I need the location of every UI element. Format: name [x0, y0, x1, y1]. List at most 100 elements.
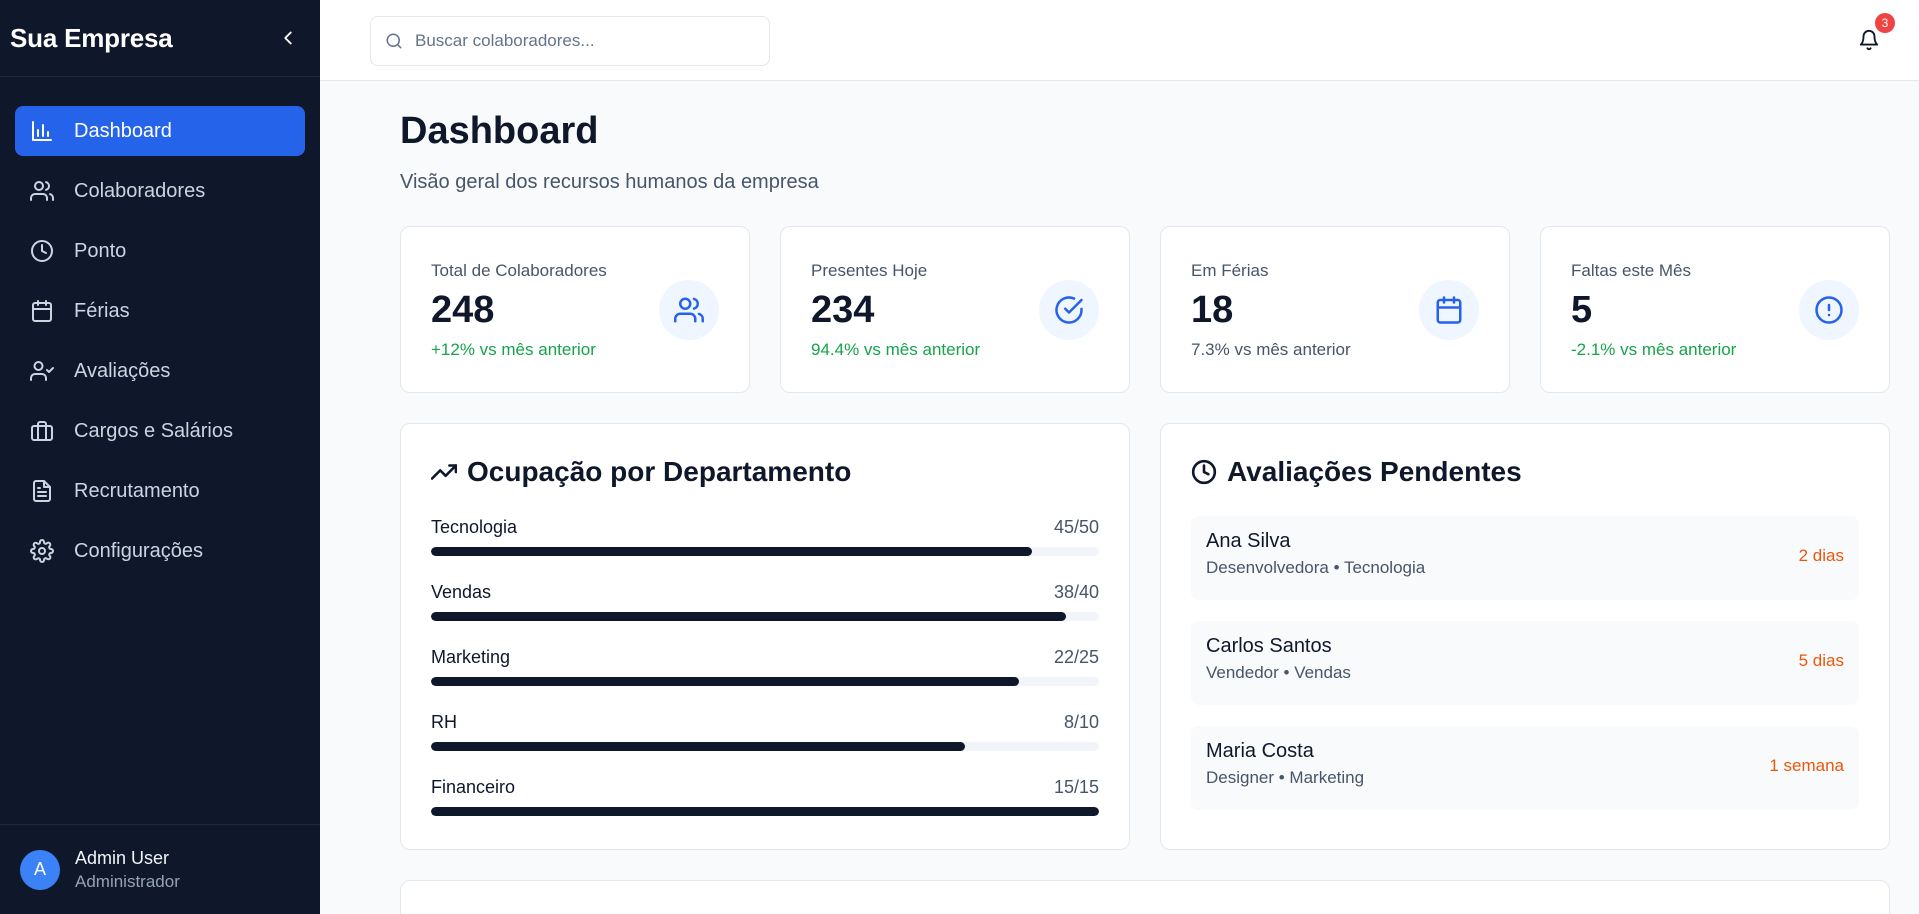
topbar: 3	[320, 0, 1919, 81]
sidebar-nav: Dashboard Colaboradores Ponto Férias Ava…	[0, 77, 320, 576]
pending-reviews-panel: Avaliações Pendentes Ana Silva Desenvolv…	[1160, 423, 1890, 850]
sidebar-item-avaliacoes[interactable]: Avaliações	[15, 346, 305, 396]
dept-row: Vendas 38/40	[431, 582, 1099, 621]
stat-card-total-colaboradores: Total de Colaboradores 248 +12% vs mês a…	[400, 226, 750, 393]
search-box	[370, 16, 770, 66]
trending-up-icon	[431, 459, 457, 485]
bar-chart-icon	[30, 119, 54, 143]
employee-meta: Designer • Marketing	[1206, 768, 1365, 787]
bell-icon	[1859, 30, 1879, 51]
occupancy-title-text: Ocupação por Departamento	[467, 456, 852, 487]
calendar-icon	[1419, 280, 1479, 340]
dept-progress-fill	[431, 742, 966, 751]
dept-count: 45/50	[1053, 517, 1099, 537]
bottom-card	[400, 880, 1890, 914]
users-icon	[659, 280, 719, 340]
dept-progress-fill	[431, 807, 1099, 816]
employee-name: Ana Silva	[1206, 530, 1291, 552]
stat-label: Faltas este Mês	[1571, 261, 1691, 280]
brand-name: Sua Empresa	[10, 22, 173, 53]
sidebar-item-label: Dashboard	[74, 119, 172, 142]
dept-row: Marketing 22/25	[431, 647, 1099, 686]
dept-progress-track	[431, 612, 1099, 621]
employee-name: Carlos Santos	[1206, 635, 1332, 657]
stat-label: Total de Colaboradores	[431, 261, 607, 280]
stat-card-faltas-mes: Faltas este Mês 5 -2.1% vs mês anterior	[1540, 226, 1890, 393]
dept-name: Marketing	[431, 647, 511, 667]
collapse-sidebar-button[interactable]	[276, 26, 300, 50]
gear-icon	[30, 539, 54, 563]
dept-count: 8/10	[1063, 712, 1099, 732]
dept-progress-track	[431, 742, 1099, 751]
dept-progress-track	[431, 677, 1099, 686]
user-check-icon	[30, 359, 54, 383]
dept-progress-fill	[431, 547, 1033, 556]
calendar-icon	[30, 299, 54, 323]
notification-badge: 3	[1875, 13, 1895, 33]
dept-progress-track	[431, 807, 1099, 816]
due-label: 1 semana	[1769, 756, 1844, 775]
employee-meta: Vendedor • Vendas	[1206, 663, 1351, 682]
alert-circle-icon	[1799, 280, 1859, 340]
page-title: Dashboard	[400, 110, 599, 152]
sidebar-item-colaboradores[interactable]: Colaboradores	[15, 166, 305, 216]
due-label: 5 dias	[1798, 651, 1844, 670]
dept-count: 15/15	[1053, 777, 1099, 797]
clock-icon	[1191, 459, 1217, 485]
stat-card-em-ferias: Em Férias 18 7.3% vs mês anterior	[1160, 226, 1510, 393]
list-item[interactable]: Carlos Santos Vendedor • Vendas 5 dias	[1191, 621, 1859, 705]
sidebar-item-label: Recrutamento	[74, 479, 200, 502]
dept-name: Tecnologia	[431, 517, 518, 537]
search-input[interactable]	[415, 31, 755, 51]
stat-card-presentes-hoje: Presentes Hoje 234 94.4% vs mês anterior	[780, 226, 1130, 393]
stat-change: +12% vs mês anterior	[431, 340, 596, 359]
search-icon	[386, 33, 402, 49]
sidebar: Sua Empresa Dashboard Colaboradores Pont…	[0, 0, 320, 914]
sidebar-item-dashboard[interactable]: Dashboard	[15, 106, 305, 156]
check-circle-icon	[1039, 280, 1099, 340]
clock-icon	[30, 239, 54, 263]
sidebar-item-label: Férias	[74, 299, 130, 322]
brand-header: Sua Empresa	[0, 0, 320, 77]
sidebar-item-configuracoes[interactable]: Configurações	[15, 526, 305, 576]
avatar: A	[20, 849, 60, 890]
sidebar-item-cargos-salarios[interactable]: Cargos e Salários	[15, 406, 305, 456]
sidebar-item-label: Cargos e Salários	[74, 419, 233, 442]
dept-row: RH 8/10	[431, 712, 1099, 751]
list-item[interactable]: Ana Silva Desenvolvedora • Tecnologia 2 …	[1191, 516, 1859, 600]
pending-reviews-title-text: Avaliações Pendentes	[1227, 456, 1522, 487]
employee-name: Maria Costa	[1206, 740, 1314, 762]
user-name: Admin User	[75, 847, 170, 868]
list-item[interactable]: Maria Costa Designer • Marketing 1 seman…	[1191, 726, 1859, 810]
dept-count: 22/25	[1053, 647, 1099, 667]
employee-meta: Desenvolvedora • Tecnologia	[1206, 558, 1426, 577]
sidebar-item-label: Colaboradores	[74, 179, 206, 202]
file-text-icon	[30, 479, 54, 503]
dept-name: Financeiro	[431, 777, 516, 797]
users-icon	[30, 179, 54, 203]
dept-progress-fill	[431, 612, 1066, 621]
stat-change: -2.1% vs mês anterior	[1571, 340, 1737, 359]
dept-progress-track	[431, 547, 1099, 556]
dept-row: Tecnologia 45/50	[431, 517, 1099, 556]
dept-row: Financeiro 15/15	[431, 777, 1099, 816]
briefcase-icon	[30, 419, 54, 443]
occupancy-panel: Ocupação por Departamento Tecnologia 45/…	[400, 423, 1130, 850]
stat-change: 94.4% vs mês anterior	[811, 340, 981, 359]
occupancy-title: Ocupação por Departamento	[431, 456, 851, 488]
sidebar-item-ferias[interactable]: Férias	[15, 286, 305, 336]
pending-reviews-title: Avaliações Pendentes	[1191, 456, 1522, 488]
sidebar-item-label: Ponto	[74, 239, 127, 262]
chevron-left-icon	[284, 31, 292, 45]
user-profile[interactable]: A Admin User Administrador	[0, 824, 320, 914]
stat-label: Presentes Hoje	[811, 261, 928, 280]
sidebar-item-ponto[interactable]: Ponto	[15, 226, 305, 276]
sidebar-item-recrutamento[interactable]: Recrutamento	[15, 466, 305, 516]
dept-name: RH	[431, 712, 457, 732]
page-subtitle: Visão geral dos recursos humanos da empr…	[400, 171, 819, 193]
sidebar-item-label: Avaliações	[74, 359, 171, 382]
user-role: Administrador	[75, 871, 180, 891]
dept-name: Vendas	[431, 582, 492, 602]
dept-count: 38/40	[1053, 582, 1099, 602]
sidebar-item-label: Configurações	[74, 539, 203, 562]
